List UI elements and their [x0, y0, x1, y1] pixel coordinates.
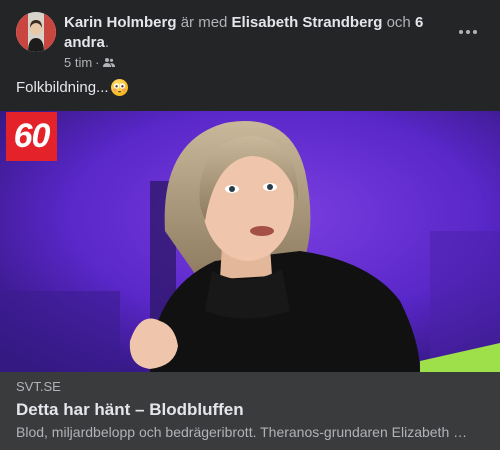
author-line: Karin Holmberg är med Elisabeth Strandbe…: [64, 13, 434, 53]
svt-60-logo: 60: [6, 112, 57, 161]
friends-icon[interactable]: [102, 55, 115, 70]
post-header: Karin Holmberg är med Elisabeth Strandbe…: [16, 12, 486, 72]
post-time[interactable]: 5 tim: [64, 55, 92, 70]
more-dot-icon: [459, 30, 463, 34]
with-text: är med: [180, 14, 228, 31]
author-name[interactable]: Karin Holmberg: [64, 14, 177, 31]
post-text: Folkbildning...: [16, 79, 128, 96]
more-dot-icon: [466, 30, 470, 34]
meta-separator: ·: [95, 55, 100, 70]
post-meta: 5 tim ·: [64, 55, 115, 70]
and-text: och: [386, 14, 411, 31]
link-description: Blod, miljardbelopp och bedrägeribrott. …: [16, 424, 476, 440]
photo-woman-speaking: [0, 111, 500, 372]
post-text-content: Folkbildning...: [16, 79, 109, 96]
tagged-person[interactable]: Elisabeth Strandberg: [232, 14, 383, 31]
avatar-image: [16, 12, 56, 52]
link-domain: SVT.SE: [16, 379, 61, 394]
link-preview-image[interactable]: 60: [0, 111, 500, 372]
more-dot-icon: [473, 30, 477, 34]
flushed-face-emoji-icon: [110, 79, 128, 96]
more-options-button[interactable]: [452, 20, 484, 44]
feed-post: Karin Holmberg är med Elisabeth Strandbe…: [0, 0, 500, 450]
link-title[interactable]: Detta har hänt – Blodbluffen: [16, 400, 244, 420]
link-preview-box[interactable]: SVT.SE Detta har hänt – Blodbluffen Blod…: [0, 372, 500, 450]
author-avatar[interactable]: [16, 12, 56, 52]
period: .: [104, 34, 110, 51]
